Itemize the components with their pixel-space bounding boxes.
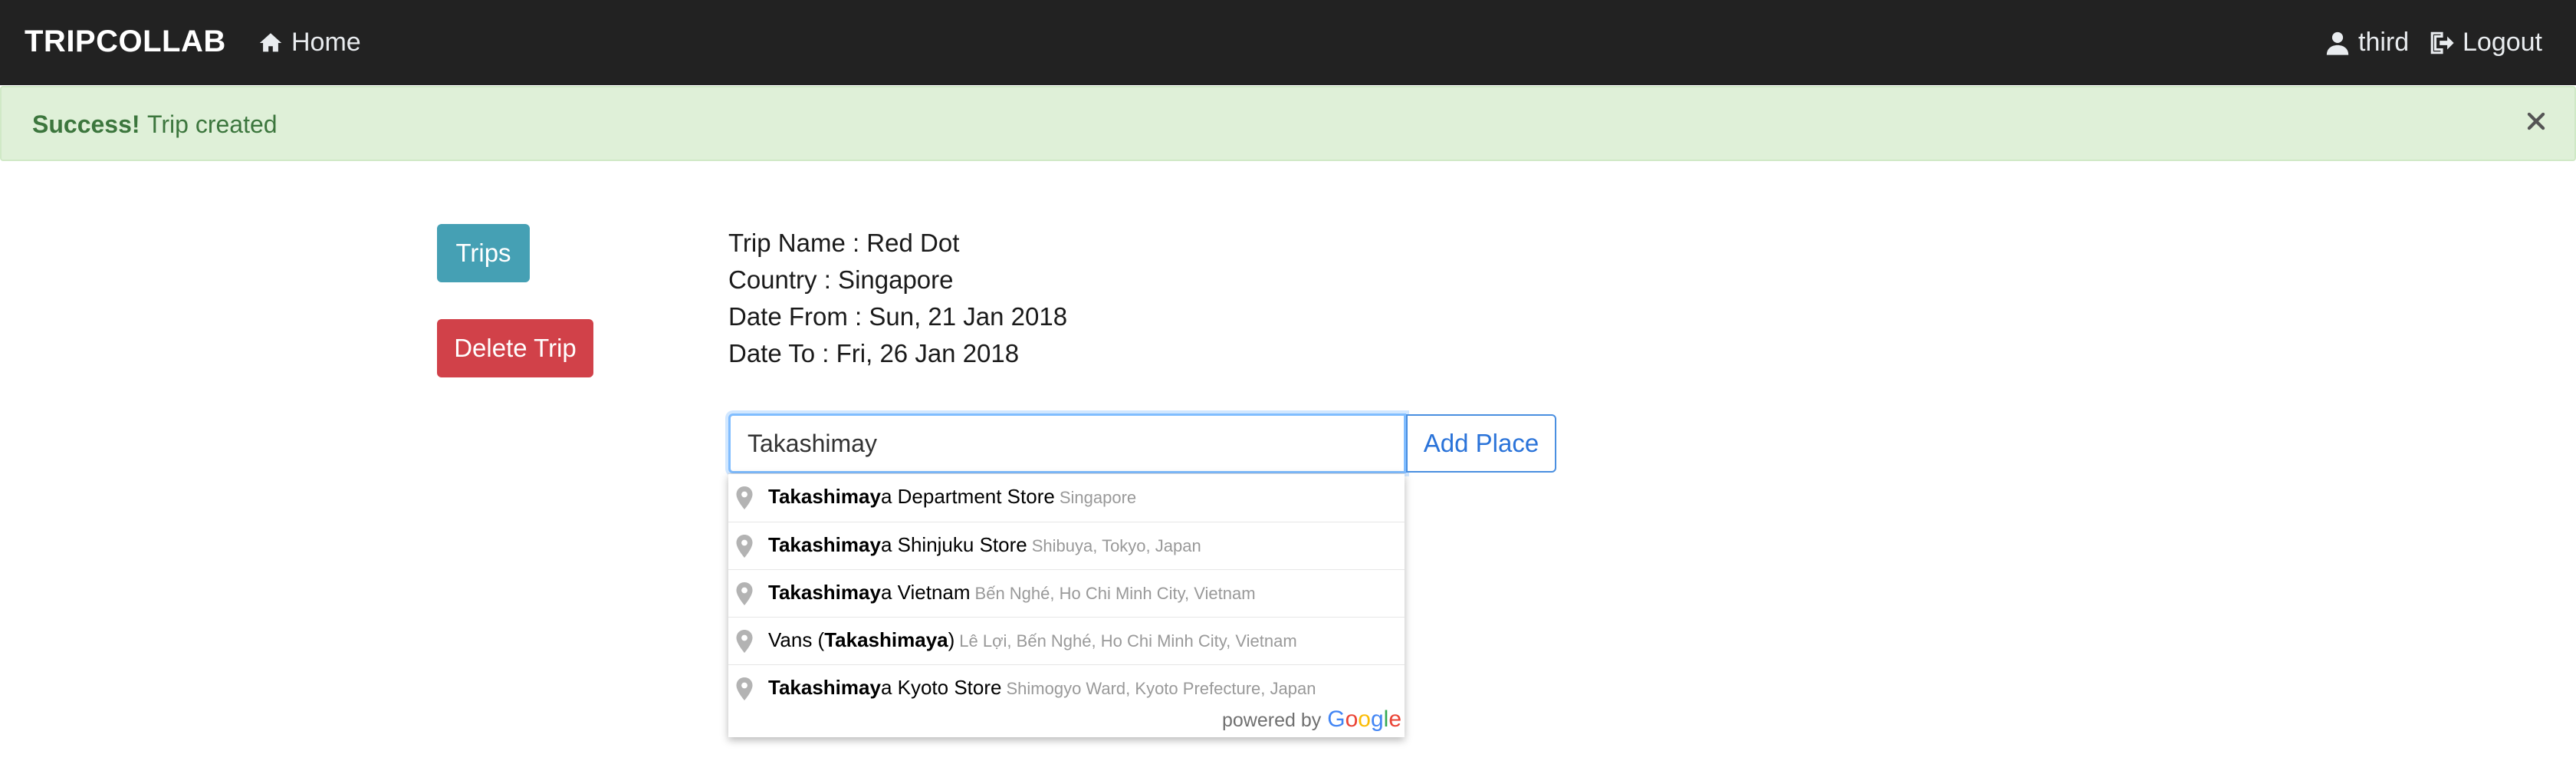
suggestion-main: Takashimaya Department Store Singapore (768, 485, 1137, 508)
nav-home-label: Home (291, 28, 361, 57)
trip-country: Country : Singapore (728, 265, 954, 294)
alert-message: Trip created (147, 110, 278, 138)
suggestion-match: Takashimay (768, 533, 881, 556)
suggestion-match: Takashimay (768, 581, 881, 604)
success-alert: Success! Trip created (0, 86, 2576, 161)
suggestion-secondary: Shibuya, Tokyo, Japan (1031, 536, 1201, 555)
google-logo: Google (1327, 707, 1401, 732)
suggestion-secondary: Singapore (1059, 488, 1137, 507)
map-pin-icon (736, 486, 753, 509)
suggestion-item[interactable]: Takashimaya Shinjuku Store Shibuya, Tokyo… (728, 522, 1405, 569)
alert-close-button[interactable] (2521, 106, 2551, 137)
suggestion-secondary: Shimogyo Ward, Kyoto Prefecture, Japan (1006, 679, 1316, 698)
suggestion-main: Vans (Takashimaya) Lê Lợi, Bến Nghé, Ho C… (768, 628, 1297, 651)
map-pin-icon (736, 535, 753, 558)
suggestion-match: Takashimaya (824, 628, 948, 651)
delete-trip-button[interactable]: Delete Trip (437, 319, 593, 377)
brand-logo[interactable]: TRIPCOLLAB (25, 25, 226, 59)
suggestion-main: Takashimaya Vietnam Bến Nghé, Ho Chi Minh… (768, 581, 1256, 604)
place-search-input[interactable] (728, 413, 1406, 473)
suggestion-secondary: Bến Nghé, Ho Chi Minh City, Vietnam (974, 584, 1256, 603)
suggestion-item[interactable]: Takashimaya Department Store Singapore (728, 474, 1405, 522)
map-pin-icon (736, 582, 753, 605)
nav-user-link[interactable]: third (2325, 28, 2409, 58)
trip-name: Trip Name : Red Dot (728, 229, 960, 257)
suggestion-item[interactable]: Takashimaya Kyoto Store Shimogyo Ward, Ky… (728, 664, 1405, 712)
nav-home-link[interactable]: Home (258, 28, 361, 58)
powered-by-google: powered by Google (1222, 707, 1401, 733)
map-pin-icon (736, 677, 753, 700)
add-place-button[interactable]: Add Place (1406, 414, 1556, 473)
suggestion-main: Takashimaya Shinjuku Store Shibuya, Tokyo… (768, 533, 1201, 556)
trip-date-to: Date To : Fri, 26 Jan 2018 (728, 339, 1020, 367)
powered-by-label: powered by (1221, 710, 1322, 731)
suggestion-secondary: Lê Lợi, Bến Nghé, Ho Chi Minh City, Viet… (959, 631, 1297, 651)
close-icon (2527, 112, 2545, 130)
suggestion-item[interactable]: Vans (Takashimaya) Lê Lợi, Bến Nghé, Ho C… (728, 617, 1405, 664)
home-icon (259, 32, 282, 51)
logout-icon (2430, 31, 2454, 54)
suggestion-match: Takashimay (768, 485, 881, 508)
suggestion-item[interactable]: Takashimaya Vietnam Bến Nghé, Ho Chi Minh… (728, 569, 1405, 617)
nav-logout-link[interactable]: Logout (2429, 28, 2542, 58)
suggestion-match: Takashimay (768, 676, 881, 699)
trips-button[interactable]: Trips (437, 224, 530, 282)
trip-date-from: Date From : Sun, 21 Jan 2018 (728, 302, 1068, 331)
suggestion-main: Takashimaya Kyoto Store Shimogyo Ward, Ky… (768, 676, 1316, 699)
alert-strong-text: Success! (32, 110, 140, 138)
place-autocomplete-dropdown: Takashimaya Department Store Singapore Ta… (728, 473, 1405, 737)
user-icon (2326, 31, 2349, 55)
navbar: TRIPCOLLAB Home third Logout (0, 0, 2576, 85)
map-pin-icon (736, 630, 753, 653)
nav-logout-label: Logout (2463, 28, 2542, 57)
nav-user-label: third (2358, 28, 2410, 57)
